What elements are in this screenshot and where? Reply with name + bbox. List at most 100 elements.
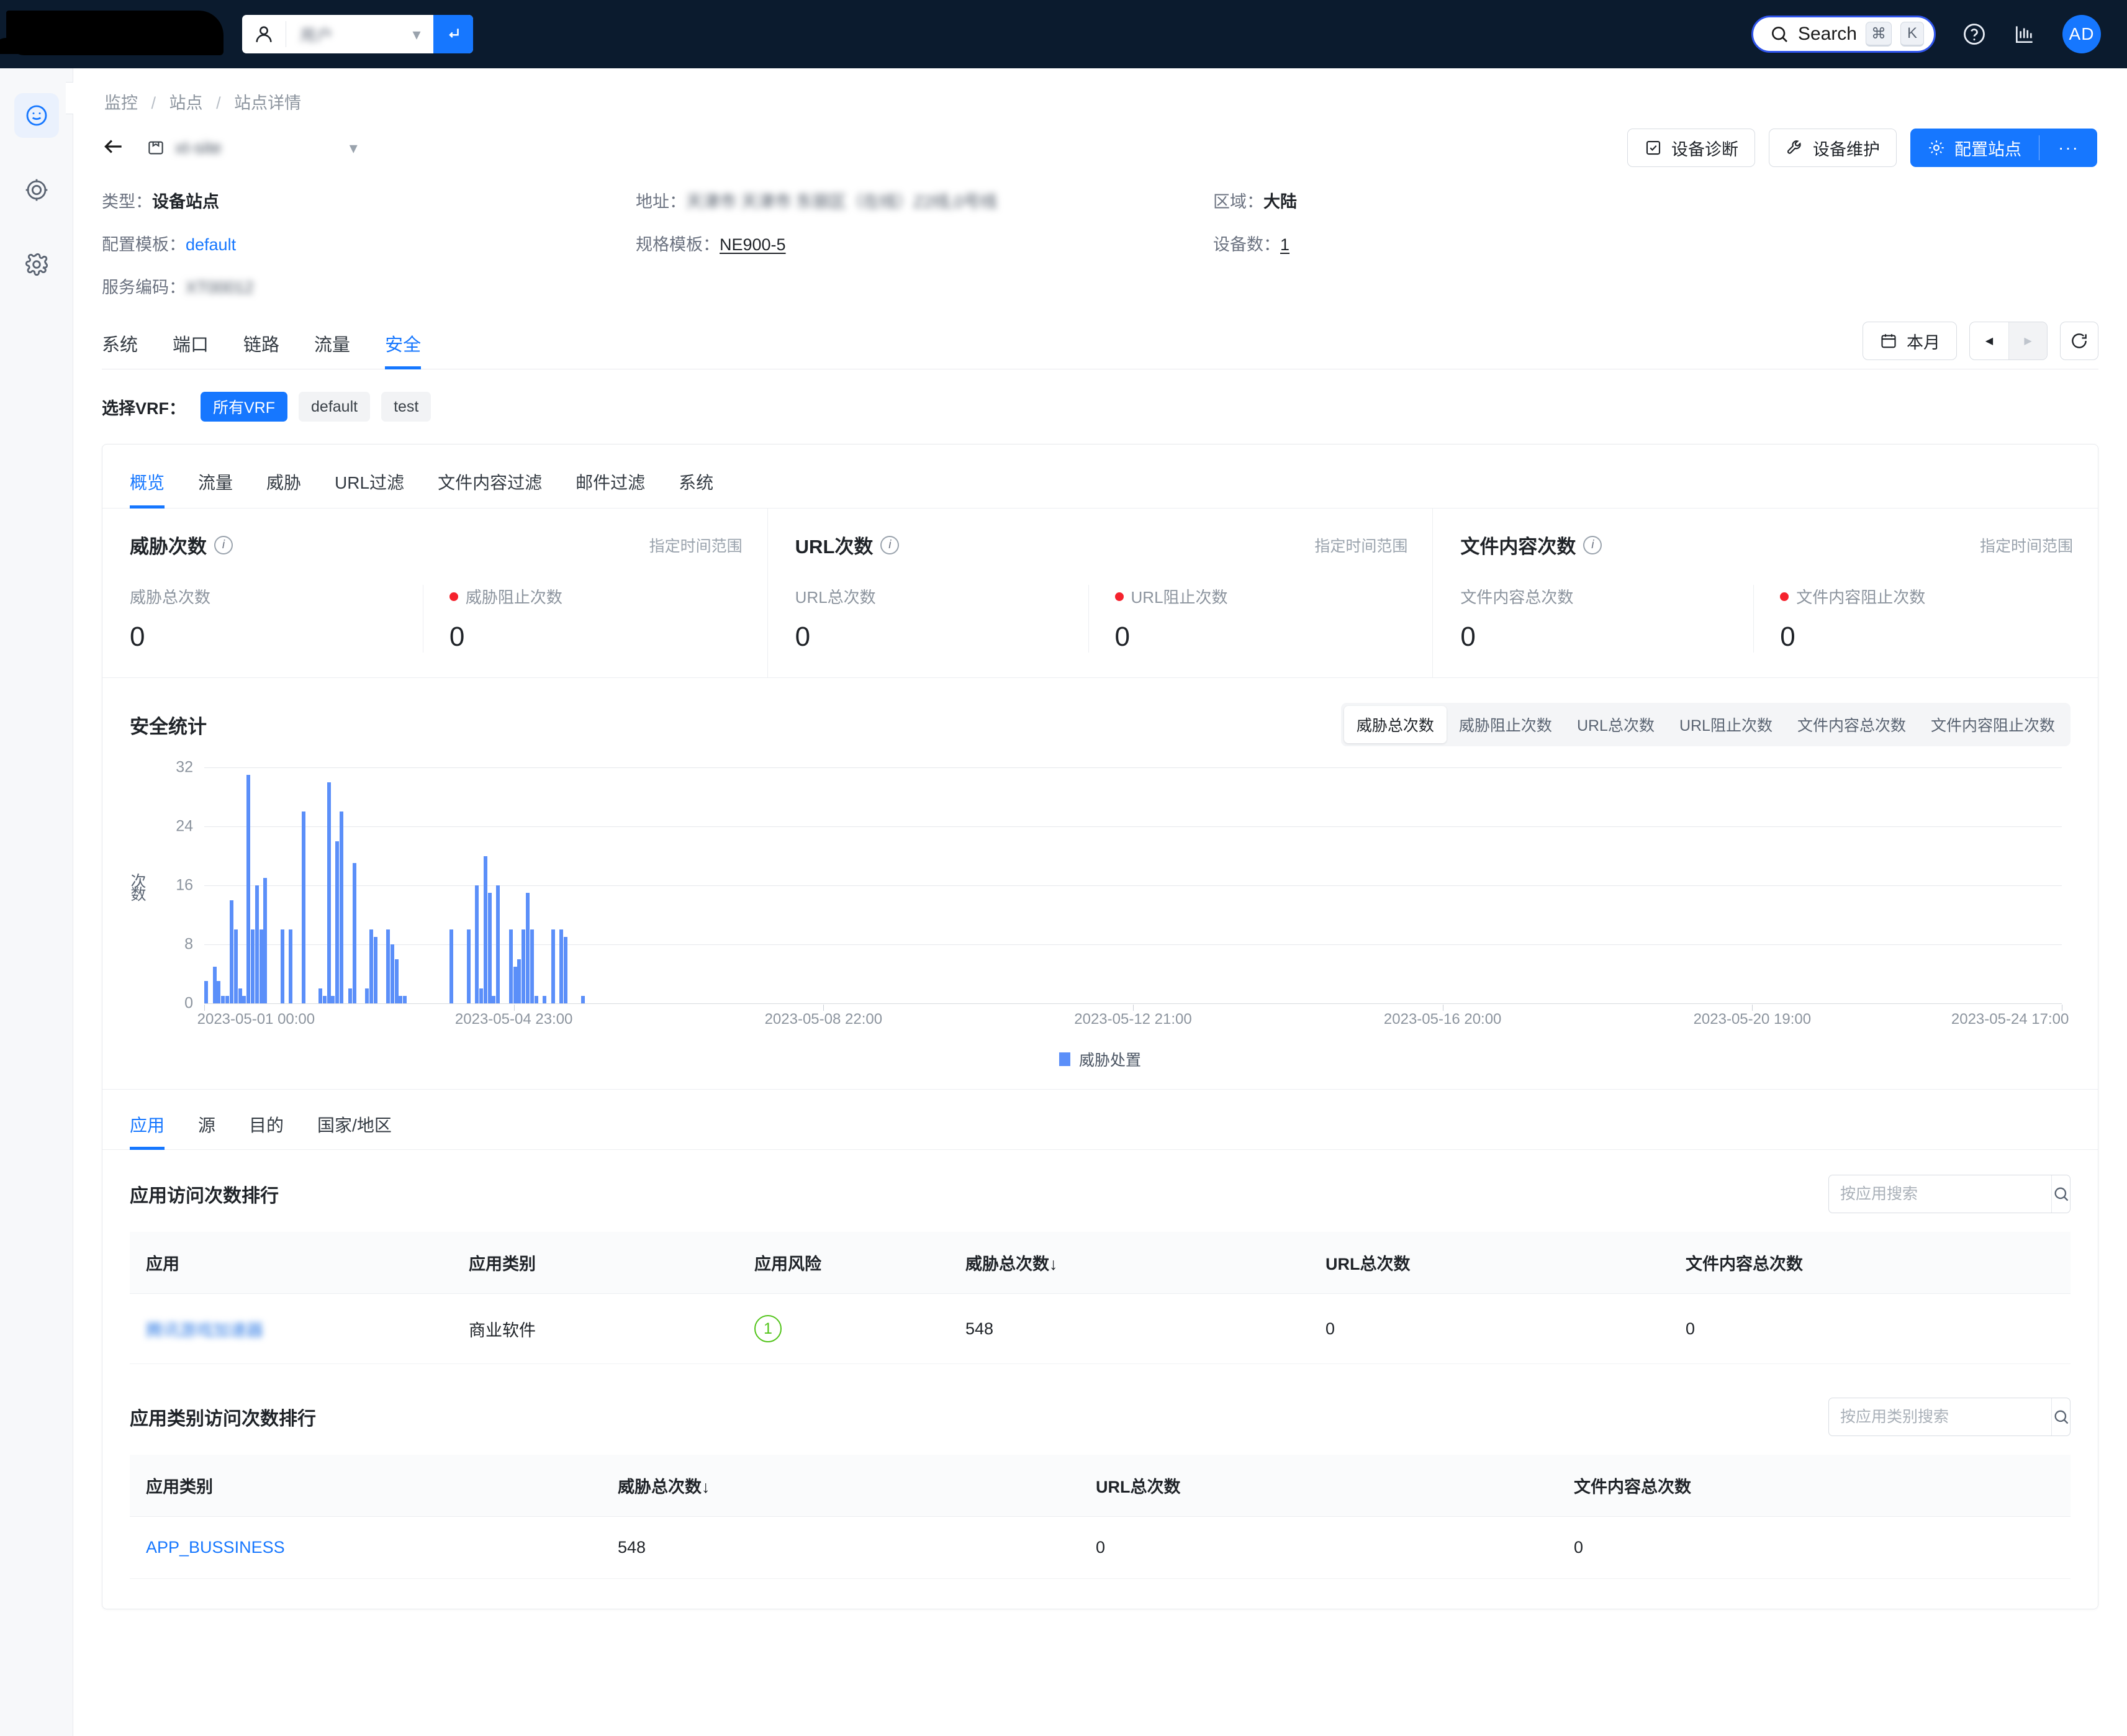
chart-bar[interactable] (340, 811, 344, 1003)
chart-bar[interactable] (551, 929, 555, 1003)
chart-bar[interactable] (449, 929, 454, 1003)
chart-bar[interactable] (534, 996, 538, 1003)
chart-bar[interactable] (335, 841, 340, 1003)
chart-bar[interactable] (564, 937, 568, 1003)
chart-bar[interactable] (394, 959, 399, 1003)
col-threat-total[interactable]: 威胁总次数↓ (949, 1232, 1309, 1294)
tab-system[interactable]: 系统 (102, 330, 138, 369)
prev-period-button[interactable]: ◀ (1970, 322, 2008, 359)
segment-threat-blocked[interactable]: 威胁阻止次数 (1447, 706, 1565, 743)
chart-bar[interactable] (517, 959, 522, 1003)
rail-item-settings[interactable] (14, 242, 59, 287)
info-config-template-value[interactable]: default (186, 235, 236, 254)
subtab-file-content-filter[interactable]: 文件内容过滤 (438, 445, 542, 508)
subtab-overview[interactable]: 概览 (130, 445, 165, 509)
chart-bar[interactable] (318, 988, 322, 1003)
chart-bar[interactable] (204, 981, 208, 1003)
chart-bar[interactable] (280, 929, 284, 1003)
info-icon[interactable]: i (1583, 535, 1602, 554)
tab-port[interactable]: 端口 (173, 330, 209, 369)
vrf-option-test[interactable]: test (381, 392, 431, 422)
tab-security[interactable]: 安全 (385, 330, 422, 369)
segment-url-blocked[interactable]: URL阻止次数 (1667, 706, 1785, 743)
breadcrumb-item-1[interactable]: 站点 (169, 94, 203, 112)
breadcrumb-item-0[interactable]: 监控 (104, 94, 138, 112)
info-icon[interactable]: i (880, 535, 900, 554)
chart-bar[interactable] (513, 966, 517, 1003)
chart-bar[interactable] (238, 988, 242, 1003)
chart-bar[interactable] (530, 929, 534, 1003)
segment-url-total[interactable]: URL总次数 (1565, 706, 1667, 743)
tab-traffic[interactable]: 流量 (314, 330, 350, 369)
app-search-input[interactable] (1829, 1185, 2051, 1203)
vrf-option-default[interactable]: default (299, 392, 371, 422)
app-search-box[interactable] (1828, 1175, 2071, 1213)
chart-bar[interactable] (301, 811, 305, 1003)
chart-bar[interactable] (580, 996, 585, 1003)
segment-file-total[interactable]: 文件内容总次数 (1785, 706, 1918, 743)
cell-app-link[interactable]: 腾讯游戏加速器 (146, 1321, 263, 1340)
chart-bar[interactable] (255, 885, 259, 1003)
chart-bar[interactable] (229, 900, 233, 1003)
search-button[interactable]: Search ⌘ K (1751, 16, 1936, 53)
chart-bar[interactable] (492, 996, 496, 1003)
col-app-category[interactable]: 应用类别 (453, 1232, 738, 1294)
ranking-tab-destination[interactable]: 目的 (249, 1090, 284, 1149)
chart-bar[interactable] (250, 929, 255, 1003)
ranking-tab-app[interactable]: 应用 (130, 1090, 165, 1150)
col-threat-total[interactable]: 威胁总次数↓ (602, 1455, 1080, 1517)
date-range-button[interactable]: 本月 (1863, 322, 1957, 360)
help-icon[interactable] (1962, 22, 1987, 47)
chart-bar[interactable] (212, 966, 217, 1003)
avatar[interactable]: AD (2062, 15, 2101, 53)
segment-file-blocked[interactable]: 文件内容阻止次数 (1918, 706, 2067, 743)
col-app[interactable]: 应用 (130, 1232, 453, 1294)
chart-bar[interactable] (352, 863, 356, 1003)
subtab-mail-filter[interactable]: 邮件过滤 (576, 445, 645, 508)
chart-bar[interactable] (559, 929, 564, 1003)
info-icon[interactable]: i (214, 535, 233, 554)
chart-bar[interactable] (475, 885, 479, 1003)
chart-bar[interactable] (327, 782, 331, 1003)
chart-bar[interactable] (369, 929, 373, 1003)
chevron-down-icon[interactable]: ▾ (350, 138, 358, 158)
col-file-total[interactable]: 文件内容总次数 (1669, 1232, 2071, 1294)
chart-bar[interactable] (348, 988, 352, 1003)
chart-bar[interactable] (390, 944, 394, 1003)
tab-link[interactable]: 链路 (243, 330, 279, 369)
chevron-down-icon[interactable]: ▾ (400, 25, 433, 44)
chart-bar[interactable] (221, 996, 225, 1003)
chart-bar[interactable] (331, 996, 335, 1003)
device-maintain-button[interactable]: 设备维护 (1769, 129, 1897, 167)
chart-bar[interactable] (233, 929, 238, 1003)
info-device-count-value[interactable]: 1 (1280, 235, 1289, 254)
chart-bar[interactable] (487, 892, 492, 1003)
chart-bar[interactable] (263, 878, 268, 1003)
chart-bar[interactable] (543, 996, 547, 1003)
info-spec-template-value[interactable]: NE900-5 (720, 235, 786, 254)
chart-bar[interactable] (373, 937, 377, 1003)
more-actions-button[interactable]: ··· (2052, 138, 2085, 158)
app-search-button[interactable] (2051, 1175, 2070, 1213)
chart-bar[interactable] (386, 929, 391, 1003)
col-url-total[interactable]: URL总次数 (1309, 1232, 1669, 1294)
chart-bar[interactable] (289, 929, 293, 1003)
col-file-total[interactable]: 文件内容总次数 (1558, 1455, 2071, 1517)
subtab-traffic[interactable]: 流量 (198, 445, 233, 508)
chart-bar[interactable] (479, 988, 483, 1003)
col-app-risk[interactable]: 应用风险 (738, 1232, 949, 1294)
chart-bar[interactable] (246, 774, 251, 1003)
chart-bar[interactable] (508, 929, 513, 1003)
device-diagnose-button[interactable]: 设备诊断 (1627, 129, 1756, 167)
cell-category-link[interactable]: APP_BUSSINESS (146, 1538, 285, 1557)
chart-bar[interactable] (225, 996, 230, 1003)
analytics-icon[interactable] (2013, 22, 2036, 46)
subtab-threat[interactable]: 威胁 (266, 445, 301, 508)
chart-bar[interactable] (525, 892, 530, 1003)
rail-item-location[interactable] (14, 168, 59, 212)
category-search-box[interactable] (1828, 1398, 2071, 1436)
chart-bar[interactable] (483, 856, 487, 1003)
category-search-input[interactable] (1829, 1408, 2051, 1426)
col-category[interactable]: 应用类别 (130, 1455, 602, 1517)
category-search-button[interactable] (2051, 1398, 2070, 1435)
